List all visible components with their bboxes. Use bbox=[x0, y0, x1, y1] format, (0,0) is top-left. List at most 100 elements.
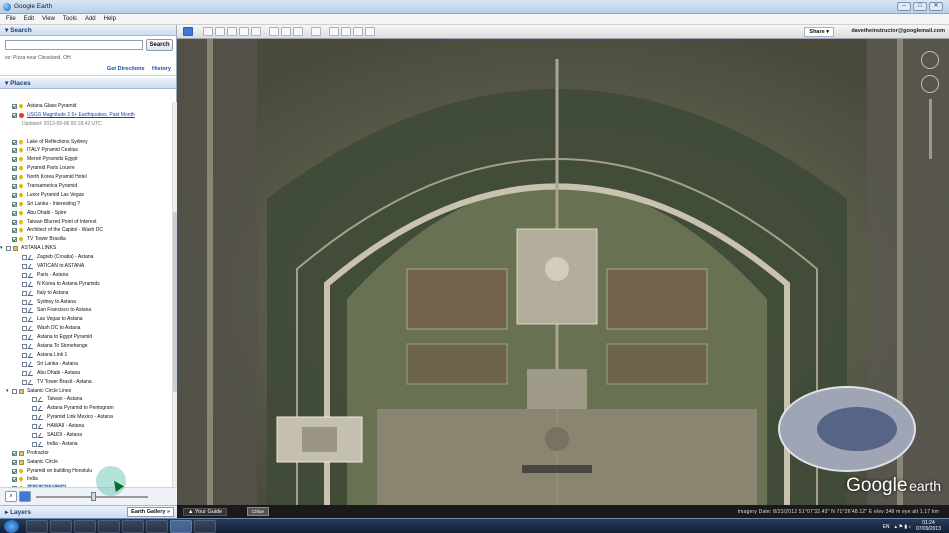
places-tree-item[interactable]: San Francisco to Astana bbox=[0, 306, 172, 315]
sidebar-toggle-icon[interactable] bbox=[19, 491, 31, 502]
places-panel-header[interactable]: ▾ Places bbox=[0, 78, 176, 89]
item-checkbox[interactable] bbox=[22, 361, 27, 367]
history-link[interactable]: History bbox=[152, 66, 171, 72]
hide-sidebar-icon[interactable] bbox=[183, 27, 193, 36]
places-tree-item[interactable]: Abu Dhabi - Astana bbox=[0, 369, 172, 378]
places-tree-item[interactable]: India - Astana bbox=[0, 440, 172, 449]
places-tree-item[interactable]: USGS Magnitude 2.5+ Earthquakes, Past Mo… bbox=[0, 111, 172, 120]
places-tree-item[interactable]: Astana Glass Pyramid bbox=[0, 102, 172, 111]
sunlight-icon[interactable] bbox=[281, 27, 291, 36]
places-tree-item[interactable]: Zagreb (Croatia) - Astana bbox=[0, 253, 172, 262]
layers-panel-header[interactable]: ▸ Layers Earth Gallery » bbox=[0, 505, 177, 518]
places-tree-item[interactable]: Lake of Reflections Sydney bbox=[0, 138, 172, 147]
clock[interactable]: 01:24 07/09/2013 bbox=[916, 520, 941, 532]
save-image-icon[interactable] bbox=[353, 27, 363, 36]
places-tree-item[interactable]: Meroë Pyramids Egypt bbox=[0, 155, 172, 164]
taskbar-ie-icon[interactable] bbox=[26, 520, 48, 533]
search-input[interactable] bbox=[5, 40, 143, 50]
item-checkbox[interactable] bbox=[22, 326, 27, 332]
places-tree-item[interactable]: Taiwan - Astana bbox=[0, 395, 172, 404]
historical-imagery-icon[interactable] bbox=[269, 27, 279, 36]
language-indicator[interactable]: EN bbox=[883, 524, 890, 530]
record-tour-icon[interactable] bbox=[251, 27, 261, 36]
close-button[interactable]: ✕ bbox=[929, 2, 943, 11]
planets-icon[interactable] bbox=[293, 27, 303, 36]
item-checkbox[interactable] bbox=[32, 415, 37, 421]
places-tree-item[interactable]: Pyramid Link Mexico - Astana bbox=[0, 413, 172, 422]
item-checkbox[interactable] bbox=[12, 104, 17, 109]
ruler-icon[interactable] bbox=[311, 27, 321, 36]
tour-guide-button[interactable]: ▲ Your Guide bbox=[183, 508, 228, 516]
places-tree-item[interactable]: Taiwan Blurred Point of Interest bbox=[0, 218, 172, 227]
taskbar-google-earth-icon[interactable] bbox=[170, 520, 192, 533]
places-tree-item[interactable]: Architect of the Capitol - Wash DC bbox=[0, 226, 172, 235]
places-tree-item[interactable]: ITALY Pyramid Cestius bbox=[0, 146, 172, 155]
places-tree-item[interactable]: Sydney to Astana bbox=[0, 298, 172, 307]
map-view[interactable]: Google earth bbox=[177, 39, 949, 505]
places-tree-item[interactable]: Pyramid on building Honolulu bbox=[0, 467, 172, 476]
menu-view[interactable]: View bbox=[42, 14, 55, 24]
navigation-controls[interactable] bbox=[919, 51, 941, 171]
places-tree-item[interactable]: Las Vegas to Astana bbox=[0, 315, 172, 324]
item-checkbox[interactable] bbox=[22, 272, 27, 278]
item-checkbox[interactable] bbox=[22, 344, 27, 350]
tray-icons[interactable]: ▴ ⚑ ▮ ♪ bbox=[895, 524, 911, 530]
search-panel-header[interactable]: ▾ Search bbox=[0, 25, 176, 36]
taskbar-ie2-icon[interactable] bbox=[146, 520, 168, 533]
get-directions-link[interactable]: Get Directions bbox=[107, 66, 145, 72]
look-control-icon[interactable] bbox=[921, 51, 939, 69]
item-checkbox[interactable] bbox=[12, 192, 17, 198]
places-tree-item[interactable]: Paris - Astana bbox=[0, 271, 172, 280]
expand-toggle-icon[interactable]: ▾ bbox=[6, 387, 11, 396]
image-overlay-icon[interactable] bbox=[239, 27, 249, 36]
places-tree-item[interactable]: SAUDI - Astana bbox=[0, 431, 172, 440]
places-tree-item[interactable]: Transamerica Pyramid bbox=[0, 182, 172, 191]
item-checkbox[interactable] bbox=[12, 228, 17, 234]
places-tree-item[interactable]: Updated: 2013-09-06 00:18:42 UTC bbox=[0, 120, 172, 129]
item-checkbox[interactable] bbox=[22, 370, 27, 376]
add-polygon-icon[interactable] bbox=[215, 27, 225, 36]
earth-gallery-button[interactable]: Earth Gallery » bbox=[127, 507, 174, 517]
item-checkbox[interactable] bbox=[12, 166, 17, 172]
search-places-icon[interactable]: ⌕ bbox=[5, 491, 17, 502]
menu-help[interactable]: Help bbox=[104, 14, 116, 24]
item-checkbox[interactable] bbox=[22, 255, 27, 261]
email-icon[interactable] bbox=[329, 27, 339, 36]
add-path-icon[interactable] bbox=[227, 27, 237, 36]
taskbar-chrome-icon[interactable] bbox=[122, 520, 144, 533]
item-checkbox[interactable] bbox=[22, 281, 27, 287]
item-checkbox[interactable] bbox=[12, 184, 17, 190]
places-tree-item[interactable]: Sri Lanka - Interesting ? bbox=[0, 200, 172, 209]
places-tree-item[interactable]: ▾ ASTANA LINKS bbox=[0, 244, 172, 253]
item-checkbox[interactable] bbox=[12, 210, 17, 216]
minimize-button[interactable]: – bbox=[897, 2, 911, 11]
places-tree-item[interactable]: HAWAII - Astana bbox=[0, 422, 172, 431]
places-tree-item[interactable]: Astana Link 1 bbox=[0, 351, 172, 360]
item-checkbox[interactable] bbox=[12, 388, 17, 394]
share-button[interactable]: Share ▾ bbox=[804, 27, 834, 37]
places-tree-item[interactable]: ▾ Satanic Circle Lines bbox=[0, 387, 172, 396]
item-checkbox[interactable] bbox=[32, 432, 37, 438]
item-checkbox[interactable] bbox=[12, 237, 17, 243]
places-tree-item[interactable]: N Korea to Astana Pyramids bbox=[0, 280, 172, 289]
places-tree-item[interactable]: Astana to Egypt Pyramid bbox=[0, 333, 172, 342]
item-checkbox[interactable] bbox=[12, 175, 17, 181]
item-checkbox[interactable] bbox=[12, 468, 17, 474]
menu-add[interactable]: Add bbox=[85, 14, 96, 24]
menu-tools[interactable]: Tools bbox=[63, 14, 77, 24]
places-tree-item[interactable]: Astana To Stonehenge bbox=[0, 342, 172, 351]
opacity-slider[interactable] bbox=[36, 492, 148, 501]
item-checkbox[interactable] bbox=[32, 424, 37, 430]
places-tree-item[interactable]: Astana Pyramid to Pentogram bbox=[0, 404, 172, 413]
search-button[interactable]: Search bbox=[146, 39, 173, 51]
places-tree-item[interactable]: Wash DC to Astana bbox=[0, 324, 172, 333]
places-tree-item[interactable]: North Korea Pyramid Hotel bbox=[0, 173, 172, 182]
places-tree-item[interactable]: Satanic Circle bbox=[0, 458, 172, 467]
places-tree-item[interactable]: VATICAN to ASTANA bbox=[0, 262, 172, 271]
taskbar-folder-icon[interactable] bbox=[98, 520, 120, 533]
places-tree-item[interactable]: Protractor bbox=[0, 449, 172, 458]
item-checkbox[interactable] bbox=[22, 290, 27, 296]
item-checkbox[interactable] bbox=[12, 112, 17, 118]
move-control-icon[interactable] bbox=[921, 75, 939, 93]
places-tree-item[interactable]: Luxor Pyramid Las Vegas bbox=[0, 191, 172, 200]
